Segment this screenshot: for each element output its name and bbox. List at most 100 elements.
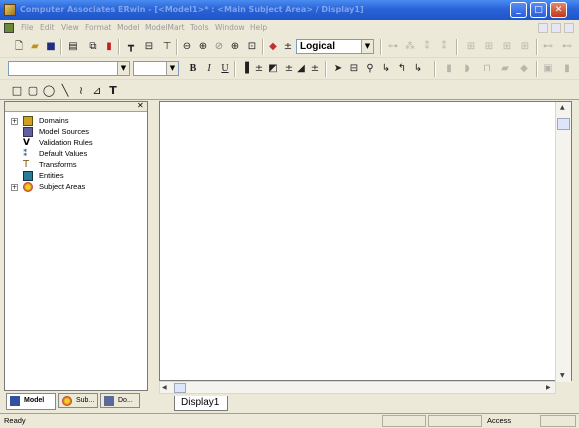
model-icon[interactable]: ◆ bbox=[266, 40, 280, 54]
copy-icon[interactable]: ⧉ bbox=[86, 40, 100, 54]
polygon-icon[interactable]: ⊿ bbox=[90, 84, 104, 98]
toolbar-separator bbox=[434, 61, 436, 77]
expand-icon[interactable]: + bbox=[11, 118, 18, 125]
scroll-down-icon[interactable]: ▼ bbox=[560, 372, 565, 379]
columns-icon[interactable]: ⊟ bbox=[142, 40, 156, 54]
horizontal-scrollbar[interactable]: ◀ ▶ bbox=[159, 381, 556, 394]
menu-tools[interactable]: Tools bbox=[190, 23, 208, 32]
expand-icon[interactable]: + bbox=[11, 184, 18, 191]
subtype-icon[interactable]: ⁂ bbox=[403, 40, 417, 54]
vertical-scrollbar[interactable]: ▲ ▼ bbox=[555, 102, 571, 382]
underline-button[interactable]: U bbox=[218, 62, 232, 76]
line-color-icon[interactable]: ◢ bbox=[294, 62, 308, 76]
zoom-page-icon[interactable]: ⊡ bbox=[245, 40, 259, 54]
chevron-down-icon[interactable]: ▼ bbox=[361, 40, 373, 53]
ungroup-icon[interactable]: ◆ bbox=[517, 62, 531, 76]
zoom-area-icon[interactable]: ⊕ bbox=[228, 40, 242, 54]
many-to-many-icon[interactable]: ↰ bbox=[395, 62, 409, 76]
menu-format[interactable]: Format bbox=[85, 23, 111, 32]
scroll-up-icon[interactable]: ▲ bbox=[560, 104, 565, 111]
font-size-combo[interactable]: ▼ bbox=[133, 61, 179, 76]
menu-model[interactable]: Model bbox=[117, 23, 140, 32]
subject-area-tab-icon bbox=[62, 396, 72, 406]
rounded-rectangle-icon[interactable]: ▢ bbox=[26, 84, 40, 98]
menu-file[interactable]: File bbox=[21, 23, 34, 32]
maximize-button[interactable]: □ bbox=[530, 2, 547, 18]
category-icon[interactable]: ⁑ bbox=[420, 40, 434, 54]
secure-icon[interactable]: ⊓ bbox=[480, 62, 494, 76]
level-icon[interactable]: ± bbox=[281, 40, 295, 54]
toolbar-separator bbox=[536, 39, 538, 55]
column-icon[interactable]: ⊞ bbox=[482, 40, 496, 54]
unlock-icon[interactable]: ◗ bbox=[460, 62, 474, 76]
view-level-value: Logical bbox=[300, 41, 336, 52]
subtype-tool-icon[interactable]: ⚲ bbox=[363, 62, 377, 76]
text-tool-button[interactable]: T bbox=[106, 84, 120, 98]
mdi-close-button[interactable] bbox=[564, 23, 574, 33]
tab-display1[interactable]: Display1 bbox=[174, 396, 228, 411]
menu-modelmart[interactable]: ModelMart bbox=[145, 23, 185, 32]
rectangle-icon[interactable]: □ bbox=[10, 84, 24, 98]
paste-icon[interactable]: ▮ bbox=[102, 40, 116, 54]
mdi-minimize-button[interactable] bbox=[538, 23, 548, 33]
font-color-dropdown-icon[interactable]: ± bbox=[252, 62, 266, 76]
relationship-icon[interactable]: ⊶ bbox=[386, 40, 400, 54]
print-icon[interactable]: ▤ bbox=[66, 40, 80, 54]
vertical-scroll-thumb[interactable] bbox=[557, 118, 570, 130]
display-icon[interactable]: ⊤ bbox=[160, 40, 174, 54]
status-access: Access bbox=[487, 416, 512, 425]
menu-edit[interactable]: Edit bbox=[40, 23, 55, 32]
view-level-combo[interactable]: Logical ▼ bbox=[296, 39, 374, 54]
zoom-in-icon[interactable]: ⊕ bbox=[196, 40, 210, 54]
table-icon[interactable]: ⊞ bbox=[464, 40, 478, 54]
entity-tool-icon[interactable]: ⊟ bbox=[347, 62, 361, 76]
close-button[interactable]: ✕ bbox=[550, 2, 567, 18]
horizontal-scroll-thumb[interactable] bbox=[174, 383, 186, 393]
key-icon[interactable]: ⊞ bbox=[518, 40, 532, 54]
tab-displays[interactable]: Do... bbox=[100, 393, 140, 408]
polyline-icon[interactable]: ≀ bbox=[74, 84, 88, 98]
diagram-canvas[interactable]: ▲ ▼ bbox=[159, 101, 572, 382]
link-icon[interactable]: ⊷ bbox=[541, 40, 555, 54]
pointer-icon[interactable]: ➤ bbox=[331, 62, 345, 76]
index-icon[interactable]: ⊞ bbox=[500, 40, 514, 54]
tab-subject-areas[interactable]: Sub... bbox=[58, 393, 98, 408]
menu-help[interactable]: Help bbox=[250, 23, 267, 32]
zoom-fit-icon[interactable]: ⊘ bbox=[212, 40, 226, 54]
lock-icon[interactable]: ▮ bbox=[442, 62, 456, 76]
bold-button[interactable]: B bbox=[186, 62, 200, 76]
document-icon[interactable] bbox=[4, 23, 14, 33]
erwin-app-icon[interactable] bbox=[4, 4, 16, 16]
menu-view[interactable]: View bbox=[61, 23, 79, 32]
mdi-restore-button[interactable] bbox=[551, 23, 561, 33]
toolbar-separator bbox=[325, 61, 327, 77]
tree-item-label: Model Sources bbox=[39, 127, 90, 136]
non-identifying-rel-icon[interactable]: ↳ bbox=[411, 62, 425, 76]
chevron-down-icon[interactable]: ▼ bbox=[117, 62, 129, 75]
identifying-rel-icon[interactable]: ↳ bbox=[379, 62, 393, 76]
new-icon[interactable]: 🗋 bbox=[12, 40, 26, 54]
chevron-down-icon[interactable]: ▼ bbox=[166, 62, 178, 75]
fill-color-icon[interactable]: ◩ bbox=[266, 62, 280, 76]
font-color-icon[interactable]: ▐ bbox=[238, 62, 252, 76]
menu-window[interactable]: Window bbox=[215, 23, 245, 32]
line-icon[interactable]: ╲ bbox=[58, 84, 72, 98]
close-icon[interactable]: ✕ bbox=[137, 102, 145, 110]
printer-icon[interactable]: ▣ bbox=[541, 62, 555, 76]
italic-button[interactable]: I bbox=[202, 62, 216, 76]
minimize-button[interactable]: _ bbox=[510, 2, 527, 18]
zoom-out-icon[interactable]: ⊖ bbox=[180, 40, 194, 54]
open-icon[interactable]: ▰ bbox=[28, 40, 42, 54]
report-icon[interactable]: ▮ bbox=[560, 62, 574, 76]
save-icon[interactable]: ■ bbox=[44, 40, 58, 54]
entity-display-icon[interactable]: ┳ bbox=[124, 40, 138, 54]
unlink-icon[interactable]: ⊷ bbox=[560, 40, 574, 54]
font-combo[interactable]: ▼ bbox=[8, 61, 130, 76]
scroll-left-icon[interactable]: ◀ bbox=[162, 384, 167, 391]
line-color-dropdown-icon[interactable]: ± bbox=[308, 62, 322, 76]
group-icon[interactable]: ▰ bbox=[498, 62, 512, 76]
ellipse-icon[interactable]: ◯ bbox=[42, 84, 56, 98]
view-icon[interactable]: ⁑ bbox=[437, 40, 451, 54]
tab-model[interactable]: Model bbox=[6, 393, 56, 410]
scroll-right-icon[interactable]: ▶ bbox=[546, 384, 551, 391]
